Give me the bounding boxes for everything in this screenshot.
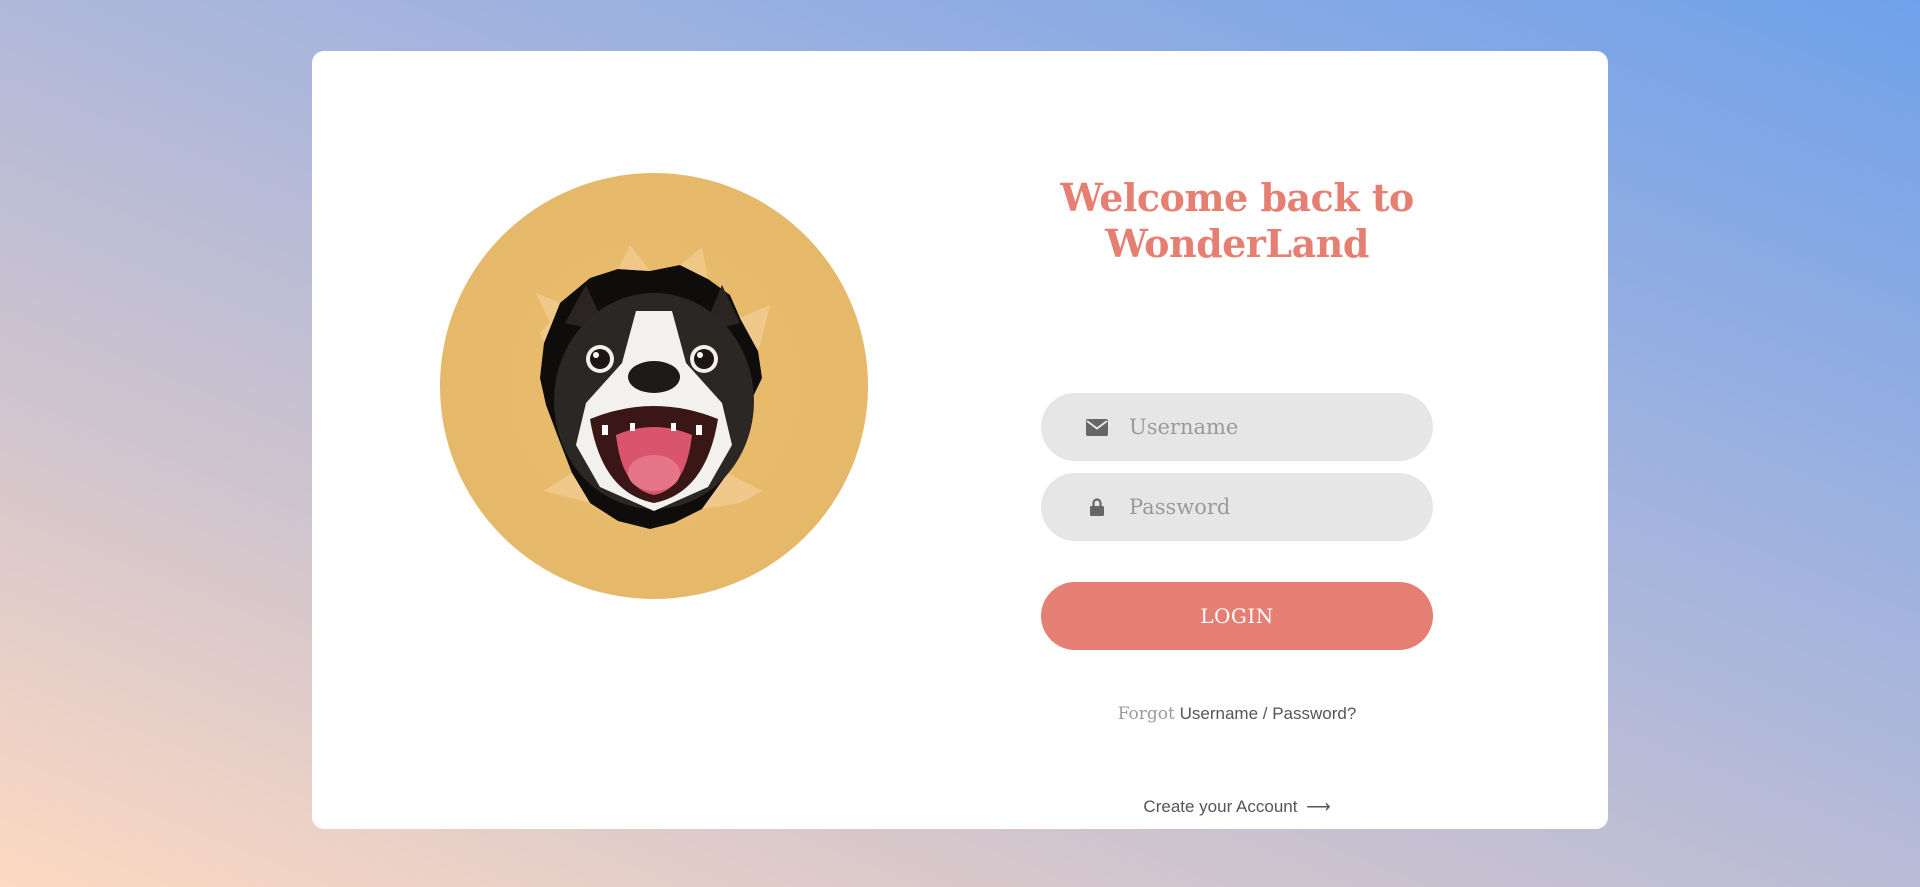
arrow-right-icon: ⟶ xyxy=(1306,797,1331,816)
title-line-1: Welcome back to xyxy=(1060,175,1414,220)
lock-icon xyxy=(1085,495,1109,519)
username-field[interactable] xyxy=(1041,393,1433,461)
create-account: Create your Account ⟶ xyxy=(1041,797,1433,817)
create-account-link[interactable]: Create your Account ⟶ xyxy=(1143,797,1330,816)
dog-image xyxy=(536,245,770,529)
create-account-label: Create your Account xyxy=(1143,797,1298,816)
password-input[interactable] xyxy=(1129,495,1419,519)
title-line-2: WonderLand xyxy=(1105,221,1369,266)
login-form: Welcome back to WonderLand LOGIN xyxy=(1041,175,1433,816)
dog-illustration xyxy=(440,173,868,599)
forgot-credentials: Forgot Username / Password? xyxy=(1041,704,1433,724)
password-field[interactable] xyxy=(1041,473,1433,541)
page-title: Welcome back to WonderLand xyxy=(1041,175,1433,267)
envelope-icon xyxy=(1085,415,1109,439)
forgot-prefix: Forgot xyxy=(1117,704,1175,724)
login-card: Welcome back to WonderLand LOGIN xyxy=(312,51,1608,829)
username-input[interactable] xyxy=(1129,415,1419,439)
forgot-credentials-link[interactable]: Username / Password? xyxy=(1180,704,1357,723)
login-button[interactable]: LOGIN xyxy=(1041,582,1433,650)
